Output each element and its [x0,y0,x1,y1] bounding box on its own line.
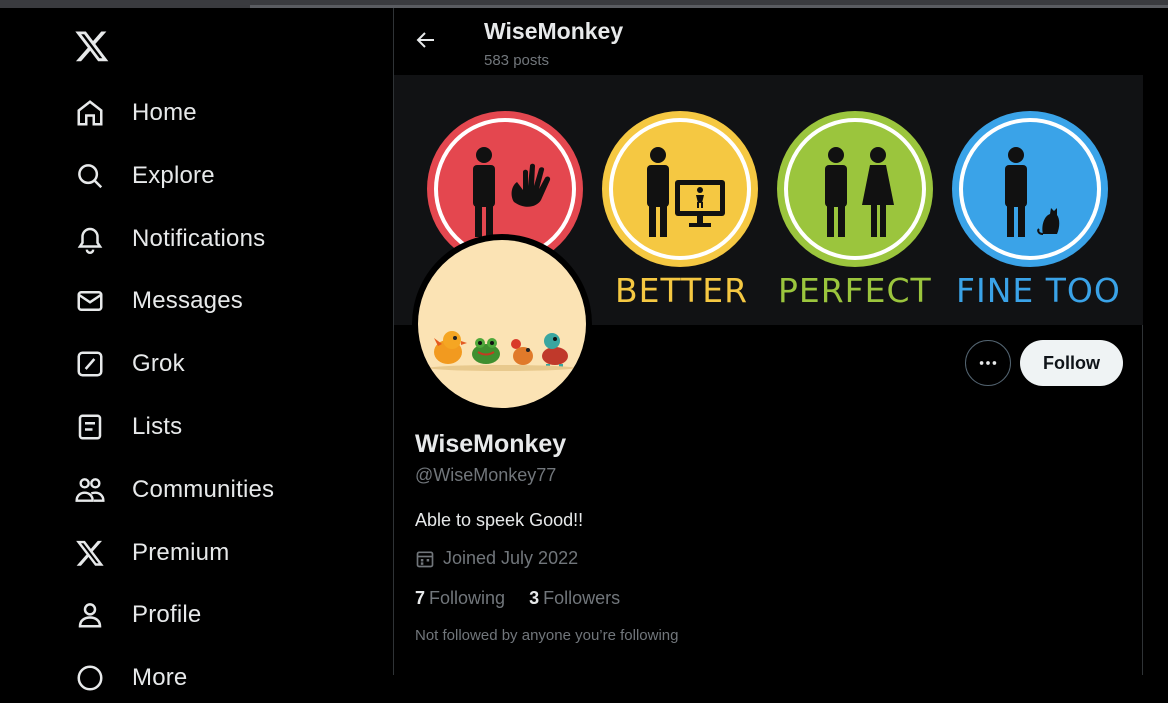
browser-tab-strip [0,0,1168,8]
x-logo-icon [74,537,106,569]
following-link[interactable]: 7 Following [415,588,505,609]
profile-column: WiseMonkey 583 posts BETTER PERFECT FINE… [393,8,1143,675]
sidebar-item-label: Communities [132,476,275,503]
sidebar-item-label: Lists [132,413,183,440]
banner-sign-blue [952,111,1108,267]
followers-label: Followers [543,588,621,608]
more-options-button[interactable] [965,340,1011,386]
joined-date: Joined July 2022 [415,548,578,569]
avatar-image [418,240,586,408]
ellipsis-icon [979,361,997,365]
people-icon [74,474,106,506]
calendar-icon [416,551,434,567]
sidebar-item-profile[interactable]: Profile [74,590,201,640]
sidebar-item-notifications[interactable]: Notifications [74,214,265,264]
sidebar-nav: Home Explore Notifications Messages Grok… [0,8,393,691]
sidebar-item-label: Explore [132,162,215,189]
following-count: 7 [415,588,426,608]
home-icon [74,97,106,129]
sidebar-item-label: More [132,664,188,691]
list-icon [74,411,106,443]
envelope-icon [74,285,106,317]
sidebar-item-label: Notifications [132,225,266,252]
followers-link[interactable]: 3 Followers [529,588,620,609]
bell-icon [74,223,106,255]
profile-name: WiseMonkey [415,430,567,458]
sidebar-item-communities[interactable]: Communities [74,465,274,515]
back-arrow-icon[interactable] [414,28,442,56]
mutual-followers-note: Not followed by anyone you’re following [415,627,679,644]
joined-text: Joined July 2022 [443,548,579,568]
sidebar-item-label: Premium [132,539,230,566]
follow-stats: 7 Following 3 Followers [415,588,644,609]
avatar[interactable] [412,234,592,414]
sidebar-item-lists[interactable]: Lists [74,402,182,452]
search-icon [74,160,106,192]
post-count: 583 posts [484,52,550,69]
banner-sign-yellow [602,111,758,267]
sidebar-item-explore[interactable]: Explore [74,151,215,201]
sidebar-item-more[interactable]: More [74,653,187,703]
follow-button[interactable]: Follow [1020,340,1123,386]
profile-handle: @WiseMonkey77 [415,465,557,485]
sidebar-item-label: Profile [132,601,202,628]
sidebar-item-messages[interactable]: Messages [74,276,243,326]
sidebar-item-label: Grok [132,350,185,377]
sidebar-item-home[interactable]: Home [74,88,197,138]
grok-icon [74,348,106,380]
banner-label-perfect: PERFECT [778,271,932,310]
sidebar-item-grok[interactable]: Grok [74,339,185,389]
profile-header: WiseMonkey 583 posts [394,8,1143,75]
sidebar-item-premium[interactable]: Premium [74,528,229,578]
following-label: Following [429,588,506,608]
banner-label-better: BETTER [615,271,749,310]
profile-bio: Able to speek Good!! [415,510,584,530]
banner-label-fine-too: FINE TOO [956,271,1121,310]
person-icon [74,599,106,631]
sidebar-item-label: Messages [132,287,243,314]
sidebar-item-label: Home [132,99,197,126]
followers-count: 3 [529,588,540,608]
page-title: WiseMonkey [484,18,624,44]
banner-sign-green [777,111,933,267]
more-circle-icon [74,662,106,694]
x-logo-icon[interactable] [74,28,110,64]
